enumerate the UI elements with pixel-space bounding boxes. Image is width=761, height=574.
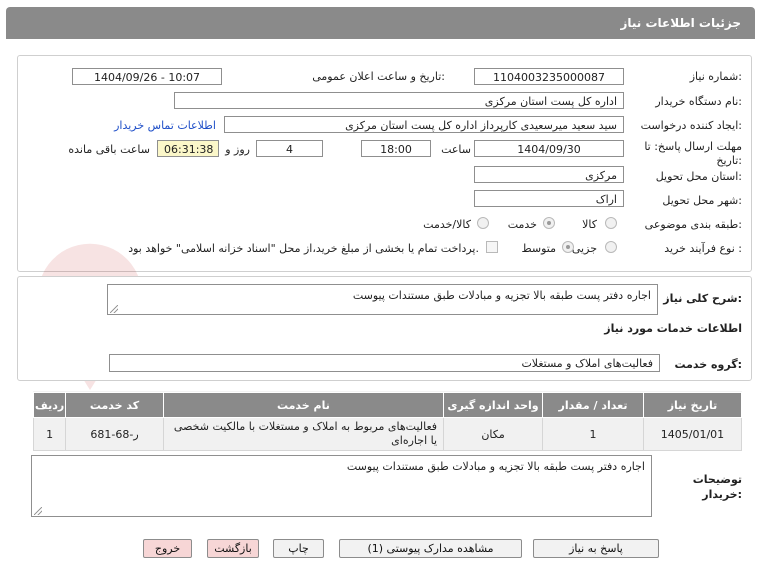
- cell-code: ر-68-681: [65, 417, 164, 451]
- treasury-note: پرداخت تمام یا بخشی از مبلغ خرید،از محل …: [128, 242, 479, 255]
- treasury-checkbox[interactable]: [486, 241, 498, 253]
- province-label: استان محل تحویل:: [655, 170, 742, 183]
- table-row: 1 ر-68-681 فعالیت‌های مربوط به املاک و م…: [32, 417, 743, 451]
- remaining-time-label: ساعت باقی مانده: [68, 143, 150, 156]
- city-field: اراک: [474, 190, 624, 207]
- col-qty: تعداد / مقدار: [542, 392, 644, 418]
- services-table-header: ردیف کد خدمت نام خدمت واحد اندازه گیری ت…: [32, 392, 743, 418]
- purchase-radio-medium[interactable]: [562, 241, 574, 253]
- buyer-notes-text: اجاره دفتر پست طبقه بالا تجزیه و مبادلات…: [346, 460, 645, 473]
- col-unit: واحد اندازه گیری: [443, 392, 544, 418]
- cell-row: 1: [32, 417, 67, 451]
- back-button[interactable]: بازگشت: [207, 539, 259, 558]
- deadline-label-line2: تاریخ:: [716, 154, 742, 167]
- col-code: کد خدمت: [65, 392, 164, 418]
- cell-unit: مکان: [443, 417, 544, 451]
- col-row: ردیف: [32, 392, 67, 418]
- deadline-label-line1: مهلت ارسال پاسخ: تا: [644, 140, 742, 153]
- deadline-date-field: 1404/09/30: [474, 140, 624, 157]
- cell-name: فعالیت‌های مربوط به املاک و مستغلات با م…: [162, 417, 445, 451]
- page-title: جزئیات اطلاعات نیاز: [620, 16, 741, 30]
- buyer-contact-link[interactable]: اطلاعات تماس خریدار: [114, 119, 216, 132]
- purchase-option-minor: جزیی: [571, 242, 597, 255]
- announce-datetime-field: 1404/09/26 - 10:07: [72, 68, 222, 85]
- remaining-days-field: 4: [256, 140, 323, 157]
- view-attachments-button[interactable]: مشاهده مدارک پیوستی (1): [339, 539, 522, 558]
- services-table: ردیف کد خدمت نام خدمت واحد اندازه گیری ت…: [32, 392, 743, 451]
- deadline-time-field: 18:00: [361, 140, 431, 157]
- col-date: تاریخ نیاز: [642, 392, 743, 418]
- cell-date: 1405/01/01: [642, 417, 743, 451]
- remaining-time-field: 06:31:38: [157, 140, 219, 157]
- col-name: نام خدمت: [162, 392, 445, 418]
- buyer-notes-label-line2: خریدار:: [702, 488, 742, 501]
- category-radio-service[interactable]: [543, 217, 555, 229]
- province-field: مرکزی: [474, 166, 624, 183]
- description-text: اجاره دفتر پست طبقه بالا تجزیه و مبادلات…: [352, 289, 651, 302]
- purchase-radio-minor[interactable]: [605, 241, 617, 253]
- category-option-goods: کالا: [582, 218, 597, 231]
- category-label: طبقه بندی موضوعی:: [644, 218, 742, 231]
- respond-button[interactable]: پاسخ به نیاز: [533, 539, 659, 558]
- page-header: جزئیات اطلاعات نیاز: [6, 7, 755, 39]
- requester-field: سید سعید میرسعیدی کارپرداز اداره کل پست …: [224, 116, 624, 133]
- category-option-service: خدمت: [507, 218, 537, 231]
- purchase-type-label: نوع فرآیند خرید :: [664, 242, 742, 255]
- resize-handle-icon[interactable]: [110, 305, 118, 313]
- service-group-label: گروه خدمت:: [674, 358, 742, 371]
- buyer-org-field: اداره کل پست استان مرکزی: [174, 92, 624, 109]
- need-number-label: شماره نیاز:: [689, 70, 742, 83]
- service-group-field: فعالیت‌های املاک و مستغلات: [109, 354, 660, 372]
- category-option-goods-service: کالا/خدمت: [423, 218, 471, 231]
- category-radio-goods[interactable]: [605, 217, 617, 229]
- buyer-notes-label-line1: توضیحات: [692, 473, 742, 486]
- description-label: شرح کلی نیاز:: [663, 292, 742, 305]
- description-field: اجاره دفتر پست طبقه بالا تجزیه و مبادلات…: [107, 284, 658, 315]
- exit-button[interactable]: خروج: [143, 539, 192, 558]
- requester-label: ایجاد کننده درخواست:: [640, 119, 742, 132]
- services-section-title: اطلاعات خدمات مورد نیاز: [604, 322, 742, 335]
- print-button[interactable]: چاپ: [273, 539, 324, 558]
- city-label: شهر محل تحویل:: [662, 194, 742, 207]
- buyer-notes-field: اجاره دفتر پست طبقه بالا تجزیه و مبادلات…: [31, 455, 652, 517]
- need-info-panel: [17, 55, 752, 272]
- announce-label: تاریخ و ساعت اعلان عمومی:: [312, 70, 445, 83]
- days-label: روز و: [225, 143, 250, 156]
- resize-handle-icon[interactable]: [34, 507, 42, 515]
- buyer-org-label: نام دستگاه خریدار:: [655, 95, 742, 108]
- cell-qty: 1: [542, 417, 644, 451]
- purchase-option-medium: متوسط: [521, 242, 556, 255]
- need-number-field: 1104003235000087: [474, 68, 624, 85]
- deadline-time-label: ساعت: [441, 143, 471, 156]
- category-radio-goods-service[interactable]: [477, 217, 489, 229]
